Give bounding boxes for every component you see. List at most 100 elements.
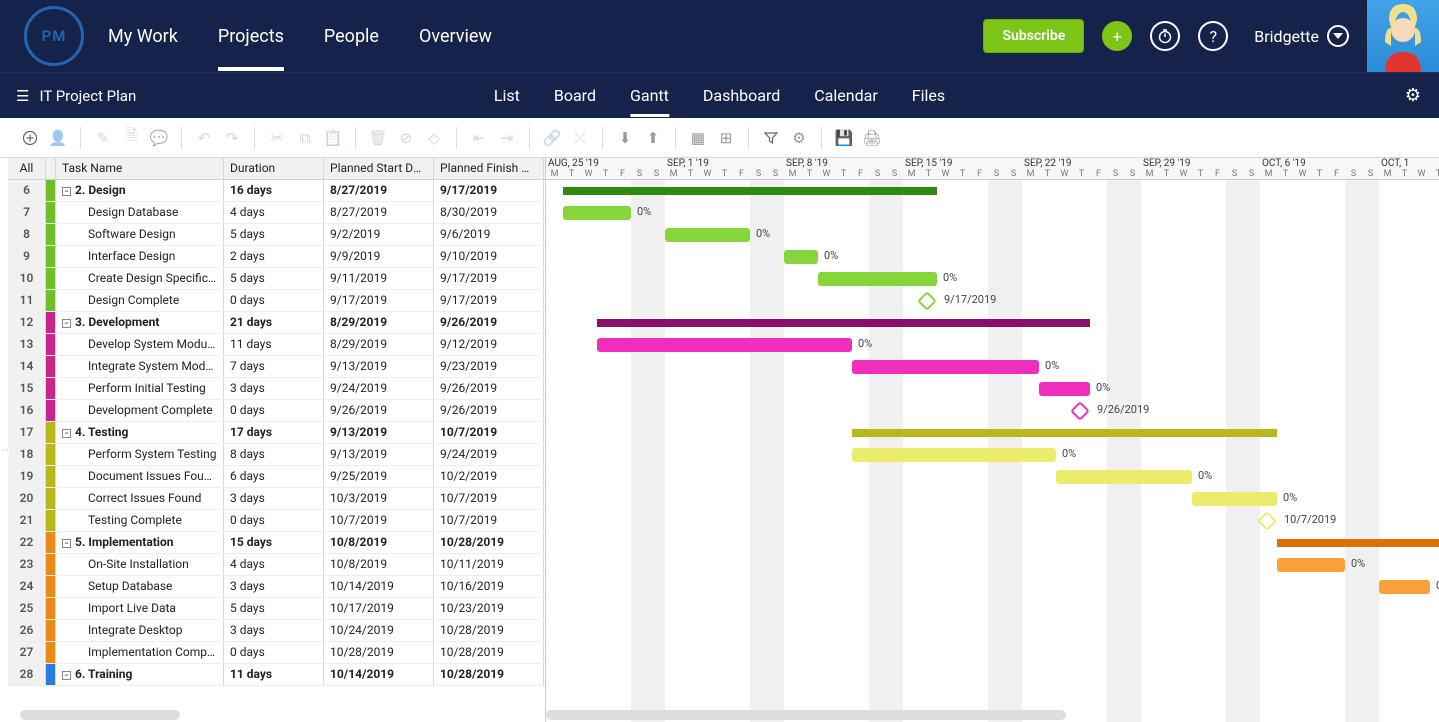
finish-cell[interactable]: 10/28/2019 (434, 620, 544, 641)
start-cell[interactable]: 10/8/2019 (324, 554, 434, 575)
duration-cell[interactable]: 0 days (224, 290, 324, 311)
task-row[interactable]: 16Development Complete0 days9/26/20199/2… (8, 400, 545, 422)
finish-cell[interactable]: 10/28/2019 (434, 532, 544, 553)
duration-cell[interactable]: 4 days (224, 554, 324, 575)
duration-cell[interactable]: 11 days (224, 664, 324, 685)
finish-cell[interactable]: 9/26/2019 (434, 400, 544, 421)
start-cell[interactable]: 10/17/2019 (324, 598, 434, 619)
finish-cell[interactable]: 9/6/2019 (434, 224, 544, 245)
finish-cell[interactable]: 9/17/2019 (434, 268, 544, 289)
copy-icon[interactable]: ⧉ (295, 128, 315, 148)
menu-icon[interactable]: ☰ (16, 87, 29, 105)
start-cell[interactable]: 10/14/2019 (324, 576, 434, 597)
task-name-cell[interactable]: Implementation Complete (56, 642, 224, 663)
summary-bar[interactable] (852, 429, 1277, 437)
task-name-cell[interactable]: −5. Implementation (56, 532, 224, 553)
duration-cell[interactable]: 0 days (224, 642, 324, 663)
start-cell[interactable]: 8/27/2019 (324, 180, 434, 201)
col-header-name[interactable]: Task Name (56, 158, 224, 179)
start-cell[interactable]: 9/24/2019 (324, 378, 434, 399)
task-name-cell[interactable]: Development Complete (56, 400, 224, 421)
collapse-icon[interactable]: − (62, 671, 71, 680)
task-row[interactable]: 28−6. Training11 days10/14/201910/28/201… (8, 664, 545, 686)
task-row[interactable]: 13Develop System Modules11 days8/29/2019… (8, 334, 545, 356)
delete-icon[interactable]: 🗑 (368, 128, 388, 148)
milestone-icon[interactable] (1070, 401, 1090, 421)
task-bar[interactable] (1056, 470, 1192, 484)
finish-cell[interactable]: 10/2/2019 (434, 466, 544, 487)
duration-cell[interactable]: 5 days (224, 268, 324, 289)
task-row[interactable]: 7Design Database4 days8/27/20198/30/2019 (8, 202, 545, 224)
finish-cell[interactable]: 10/11/2019 (434, 554, 544, 575)
notes-icon[interactable]: 🗎 (121, 128, 141, 148)
milestone-icon[interactable] (917, 291, 937, 311)
outdent-icon[interactable]: ⇤ (469, 128, 489, 148)
duration-cell[interactable]: 3 days (224, 488, 324, 509)
summary-bar[interactable] (597, 319, 1090, 327)
task-bar[interactable] (665, 228, 750, 242)
task-name-cell[interactable]: Develop System Modules (56, 334, 224, 355)
col-header-duration[interactable]: Duration (224, 158, 324, 179)
task-row[interactable]: 19Document Issues Found6 days9/25/201910… (8, 466, 545, 488)
milestone-icon[interactable] (1257, 511, 1277, 531)
task-name-cell[interactable]: Integrate System Modules (56, 356, 224, 377)
task-bar[interactable] (852, 360, 1039, 374)
task-row[interactable]: 24Setup Database3 days10/14/201910/16/20… (8, 576, 545, 598)
table-scrollbar[interactable] (20, 710, 180, 720)
nav-link-my-work[interactable]: My Work (108, 2, 178, 71)
finish-cell[interactable]: 9/24/2019 (434, 444, 544, 465)
start-cell[interactable]: 9/11/2019 (324, 268, 434, 289)
task-row[interactable]: 9Interface Design2 days9/9/20199/10/2019 (8, 246, 545, 268)
task-row[interactable]: 25Import Live Data5 days10/17/201910/23/… (8, 598, 545, 620)
start-cell[interactable]: 9/25/2019 (324, 466, 434, 487)
task-row[interactable]: 15Perform Initial Testing3 days9/24/2019… (8, 378, 545, 400)
logo[interactable]: PM (24, 6, 84, 66)
nav-link-projects[interactable]: Projects (218, 2, 284, 71)
duration-cell[interactable]: 8 days (224, 444, 324, 465)
start-cell[interactable]: 9/2/2019 (324, 224, 434, 245)
assign-icon[interactable]: 👤 (48, 128, 68, 148)
finish-cell[interactable]: 10/7/2019 (434, 422, 544, 443)
import-icon[interactable]: ⬇ (615, 128, 635, 148)
finish-cell[interactable]: 10/28/2019 (434, 664, 544, 685)
add-icon[interactable]: + (1102, 21, 1132, 51)
duration-cell[interactable]: 21 days (224, 312, 324, 333)
pane-splitter[interactable]: ⋮ (0, 446, 9, 454)
add-task-icon[interactable] (20, 128, 40, 148)
tab-board[interactable]: Board (554, 74, 596, 117)
summary-bar[interactable] (1277, 539, 1439, 547)
task-bar[interactable] (563, 206, 631, 220)
cut-icon[interactable]: ✂ (267, 128, 287, 148)
subscribe-button[interactable]: Subscribe (983, 19, 1084, 53)
start-cell[interactable]: 10/8/2019 (324, 532, 434, 553)
task-name-cell[interactable]: Software Design (56, 224, 224, 245)
collapse-icon[interactable]: − (62, 429, 71, 438)
task-bar[interactable] (784, 250, 818, 264)
task-row[interactable]: 12−3. Development21 days8/29/20199/26/20… (8, 312, 545, 334)
finish-cell[interactable]: 9/17/2019 (434, 180, 544, 201)
task-bar[interactable] (852, 448, 1056, 462)
task-bar[interactable] (1379, 580, 1430, 594)
duration-cell[interactable]: 17 days (224, 422, 324, 443)
finish-cell[interactable]: 9/12/2019 (434, 334, 544, 355)
start-cell[interactable]: 10/28/2019 (324, 642, 434, 663)
export-icon[interactable]: ⬆ (643, 128, 663, 148)
task-row[interactable]: 26Integrate Desktop3 days10/24/201910/28… (8, 620, 545, 642)
duration-cell[interactable]: 3 days (224, 620, 324, 641)
start-cell[interactable]: 9/17/2019 (324, 290, 434, 311)
col-header-id[interactable]: All (8, 158, 46, 179)
start-cell[interactable]: 9/13/2019 (324, 356, 434, 377)
task-name-cell[interactable]: Design Database (56, 202, 224, 223)
edit-icon[interactable]: ✎ (93, 128, 113, 148)
task-bar[interactable] (1277, 558, 1345, 572)
duration-cell[interactable]: 16 days (224, 180, 324, 201)
task-row[interactable]: 21Testing Complete0 days10/7/201910/7/20… (8, 510, 545, 532)
task-name-cell[interactable]: Document Issues Found (56, 466, 224, 487)
task-row[interactable]: 11Design Complete0 days9/17/20199/17/201… (8, 290, 545, 312)
nav-link-overview[interactable]: Overview (419, 2, 492, 71)
task-name-cell[interactable]: −6. Training (56, 664, 224, 685)
task-name-cell[interactable]: Design Complete (56, 290, 224, 311)
task-row[interactable]: 10Create Design Specifications5 days9/11… (8, 268, 545, 290)
avatar[interactable] (1367, 0, 1439, 72)
undo-icon[interactable]: ↶ (194, 128, 214, 148)
